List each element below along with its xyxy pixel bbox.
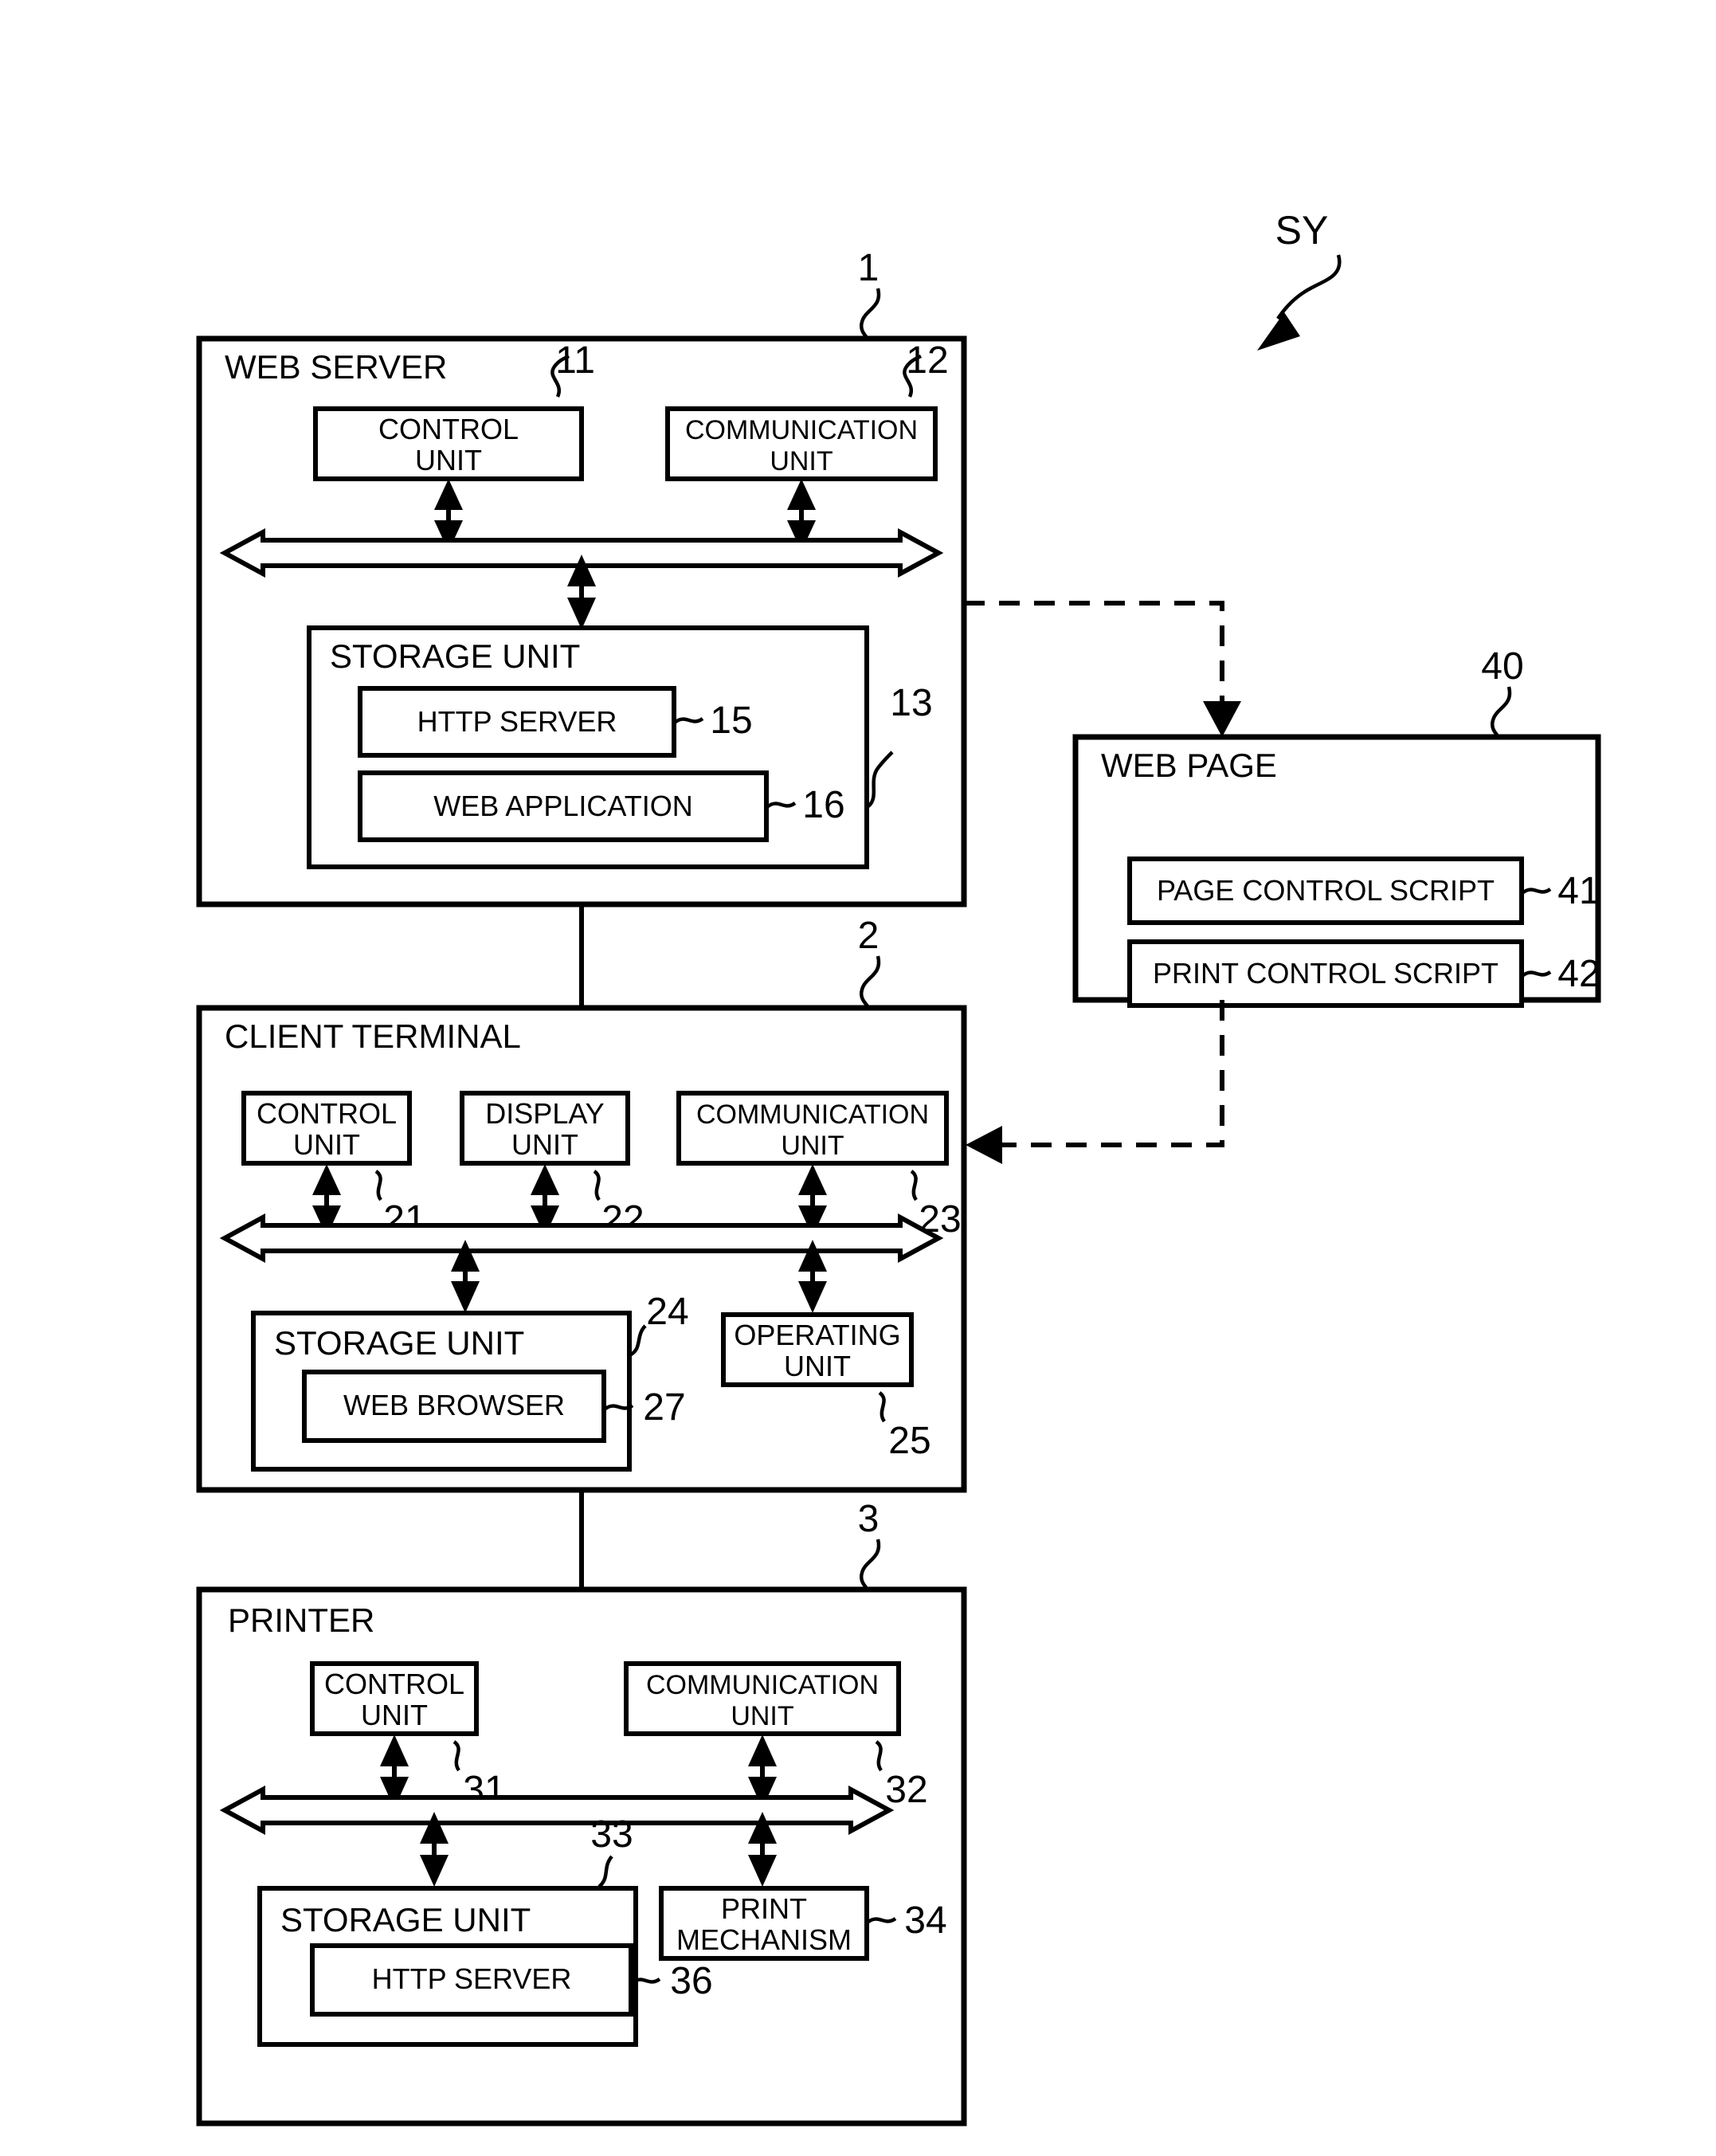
client-control-unit-label-line2: UNIT — [293, 1128, 360, 1161]
client-operating-unit-ref: 25 — [888, 1420, 930, 1462]
client-terminal-ref-leader — [860, 955, 881, 1009]
printer-control-unit-label-line2: UNIT — [361, 1699, 428, 1731]
page-control-script-ref-leader — [1522, 888, 1552, 894]
client-terminal-title: CLIENT TERMINAL — [225, 1017, 521, 1055]
print-control-script-label: PRINT CONTROL SCRIPT — [1153, 957, 1499, 990]
web-server-http-server-ref: 15 — [710, 700, 752, 742]
system-label: SY — [1275, 208, 1329, 253]
web-page-ref-leader — [1491, 686, 1512, 739]
web-server-title: WEB SERVER — [225, 348, 447, 386]
client-control-unit-ref-leader — [374, 1170, 382, 1201]
web-page-ref: 40 — [1481, 645, 1523, 688]
web-server-storage-unit-title: STORAGE UNIT — [330, 637, 580, 675]
print-control-script-ref: 42 — [1557, 953, 1600, 995]
web-server-web-application-label: WEB APPLICATION — [433, 790, 692, 822]
web-server-storage-unit-ref: 13 — [890, 682, 932, 724]
client-operating-unit-label-line1: OPERATING — [734, 1319, 900, 1351]
web-page-title: WEB PAGE — [1101, 747, 1277, 784]
system-pointer — [1257, 254, 1342, 351]
client-storage-unit-title: STORAGE UNIT — [274, 1324, 524, 1362]
system-block-diagram: SY WEB SERVER 1 CONTROL UNIT 11 COMMUNIC… — [196, 208, 1601, 2127]
patent-figure-canvas: SY WEB SERVER 1 CONTROL UNIT 11 COMMUNIC… — [0, 0, 1716, 2156]
web-server-ref-leader — [860, 288, 881, 341]
print-control-script-ref-leader — [1522, 970, 1552, 977]
client-storage-unit-ref-leader — [629, 1324, 647, 1356]
print-mechanism-ref-leader — [867, 1917, 897, 1923]
web-server-web-application-ref-leader — [766, 802, 797, 808]
client-operating-unit-ref-leader — [878, 1391, 886, 1423]
client-control-unit-label-line1: CONTROL — [257, 1097, 397, 1130]
printer-storage-unit-title: STORAGE UNIT — [280, 1901, 531, 1938]
printer-http-server-label: HTTP SERVER — [372, 1962, 572, 1995]
web-server-ref: 1 — [858, 247, 880, 289]
client-web-browser-ref-leader — [604, 1404, 634, 1410]
printer-communication-unit-label-line1: COMMUNICATION — [646, 1670, 879, 1700]
printer-communication-unit-label-line2: UNIT — [731, 1701, 793, 1731]
client-storage-unit-ref: 24 — [646, 1291, 688, 1333]
printer-control-unit-ref-leader — [453, 1740, 460, 1772]
printer-communication-unit-ref: 32 — [885, 1769, 927, 1811]
client-display-unit-ref-leader — [593, 1170, 601, 1201]
print-mechanism-ref: 34 — [904, 1899, 946, 1942]
client-web-browser-ref: 27 — [643, 1386, 685, 1429]
web-server-web-application-ref: 16 — [802, 784, 844, 826]
dashed-webpage-to-client — [966, 1000, 1224, 1164]
client-communication-unit-label-line2: UNIT — [781, 1131, 844, 1161]
printer-communication-unit-ref-leader — [875, 1740, 883, 1772]
print-mechanism-label-line2: MECHANISM — [676, 1923, 852, 1956]
printer-ref: 3 — [858, 1498, 880, 1540]
print-mechanism-label-line1: PRINT — [721, 1892, 807, 1925]
client-terminal-ref: 2 — [858, 915, 880, 957]
client-web-browser-label: WEB BROWSER — [343, 1389, 565, 1421]
printer-control-unit-label-line1: CONTROL — [324, 1668, 464, 1700]
client-terminal-bus — [219, 1213, 944, 1264]
client-communication-unit-ref-leader — [910, 1170, 918, 1201]
web-server-http-server-label: HTTP SERVER — [417, 705, 617, 738]
web-server-control-unit-label-line2: UNIT — [415, 444, 482, 476]
client-communication-unit-label-line1: COMMUNICATION — [696, 1100, 929, 1130]
client-display-unit-label-line1: DISPLAY — [485, 1097, 604, 1130]
printer-title: PRINTER — [228, 1601, 374, 1639]
printer-bus — [219, 1785, 895, 1836]
dashed-webserver-to-webpage — [964, 601, 1241, 737]
printer-http-server-ref-leader — [631, 1978, 661, 1984]
web-server-control-unit-ref: 11 — [555, 339, 595, 382]
client-display-unit-label-line2: UNIT — [511, 1128, 578, 1161]
web-server-http-server-ref-leader — [674, 717, 704, 723]
printer-ref-leader — [860, 1539, 881, 1592]
web-server-control-unit-label-line1: CONTROL — [378, 413, 519, 445]
client-operating-unit-label-line2: UNIT — [784, 1350, 851, 1382]
web-server-communication-unit-label-line1: COMMUNICATION — [685, 415, 918, 445]
printer-http-server-ref: 36 — [670, 1960, 712, 2002]
page-control-script-label: PAGE CONTROL SCRIPT — [1157, 874, 1495, 907]
page-control-script-ref: 41 — [1557, 870, 1600, 912]
web-server-storage-unit-ref-leader — [867, 751, 894, 808]
printer-storage-unit-ref: 33 — [590, 1813, 633, 1856]
web-server-communication-unit-label-line2: UNIT — [770, 446, 833, 476]
printer-storage-unit-ref-leader — [597, 1855, 613, 1888]
web-server-communication-unit-ref: 12 — [906, 339, 948, 382]
